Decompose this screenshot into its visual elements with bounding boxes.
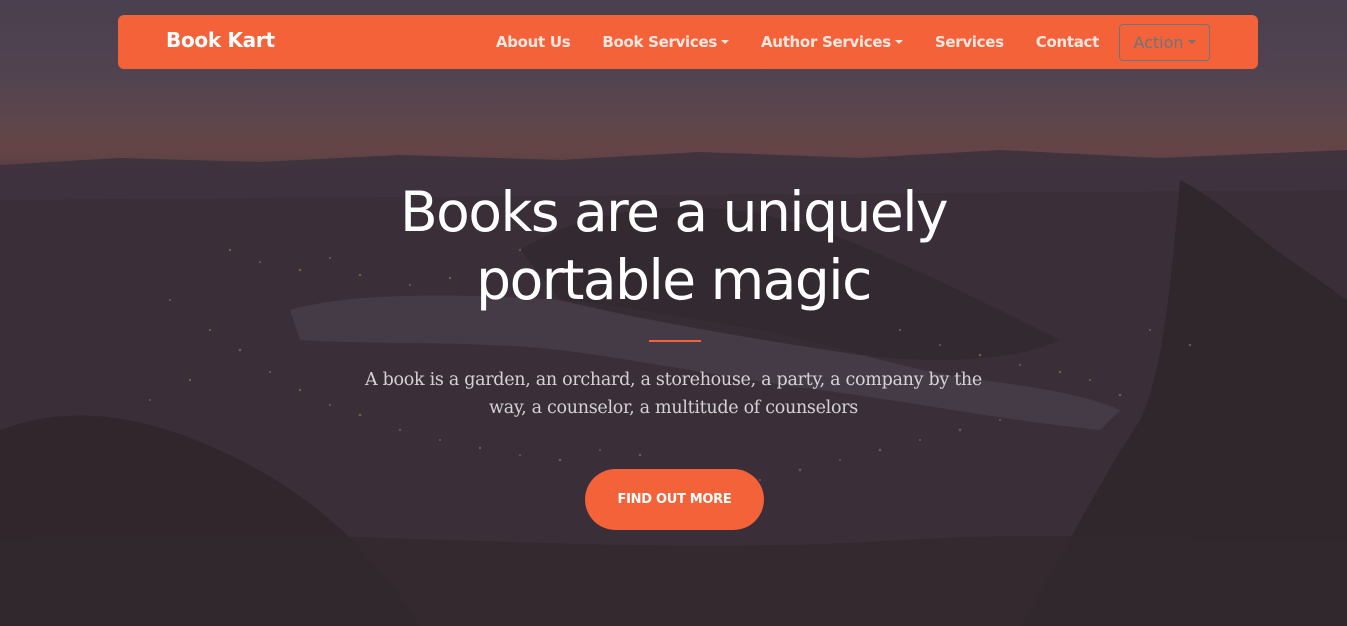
caret-down-icon bbox=[721, 40, 729, 44]
nav-links: About Us Book Services Author Services S… bbox=[464, 23, 1210, 61]
nav-link-services[interactable]: Services bbox=[935, 33, 1004, 51]
nav-link-about-us[interactable]: About Us bbox=[495, 33, 571, 51]
action-dropdown-button[interactable]: Action bbox=[1119, 23, 1210, 61]
nav-link-label: Book Services bbox=[602, 33, 717, 51]
nav-link-label: Services bbox=[934, 33, 1004, 51]
headline-divider bbox=[649, 340, 701, 342]
caret-down-icon bbox=[1187, 40, 1196, 44]
nav-link-contact[interactable]: Contact bbox=[1035, 33, 1100, 51]
nav-link-label: Contact bbox=[1035, 33, 1100, 51]
action-label: Action bbox=[1133, 32, 1184, 52]
caret-down-icon bbox=[894, 40, 903, 44]
hero-headline: Books are a uniquely portable magic bbox=[0, 178, 1347, 314]
brand-logo[interactable]: Book Kart bbox=[166, 28, 275, 52]
headline-line-2: portable magic bbox=[476, 248, 872, 312]
subtext-line-2: way, a counselor, a multitude of counsel… bbox=[489, 398, 858, 418]
headline-line-1: Books are a uniquely bbox=[399, 180, 949, 244]
subtext-line-1: A book is a garden, an orchard, a storeh… bbox=[365, 370, 982, 390]
nav-link-label: About Us bbox=[495, 33, 571, 51]
navbar: Book Kart About Us Book Services Author … bbox=[118, 15, 1258, 69]
nav-link-label: Author Services bbox=[761, 33, 891, 51]
hero-section: Book Kart About Us Book Services Author … bbox=[0, 0, 1347, 626]
nav-dropdown-author-services[interactable]: Author Services bbox=[761, 33, 903, 51]
find-out-more-button[interactable]: FIND OUT MORE bbox=[585, 469, 764, 530]
hero-subtext: A book is a garden, an orchard, a storeh… bbox=[344, 366, 1003, 422]
nav-dropdown-book-services[interactable]: Book Services bbox=[602, 33, 729, 51]
